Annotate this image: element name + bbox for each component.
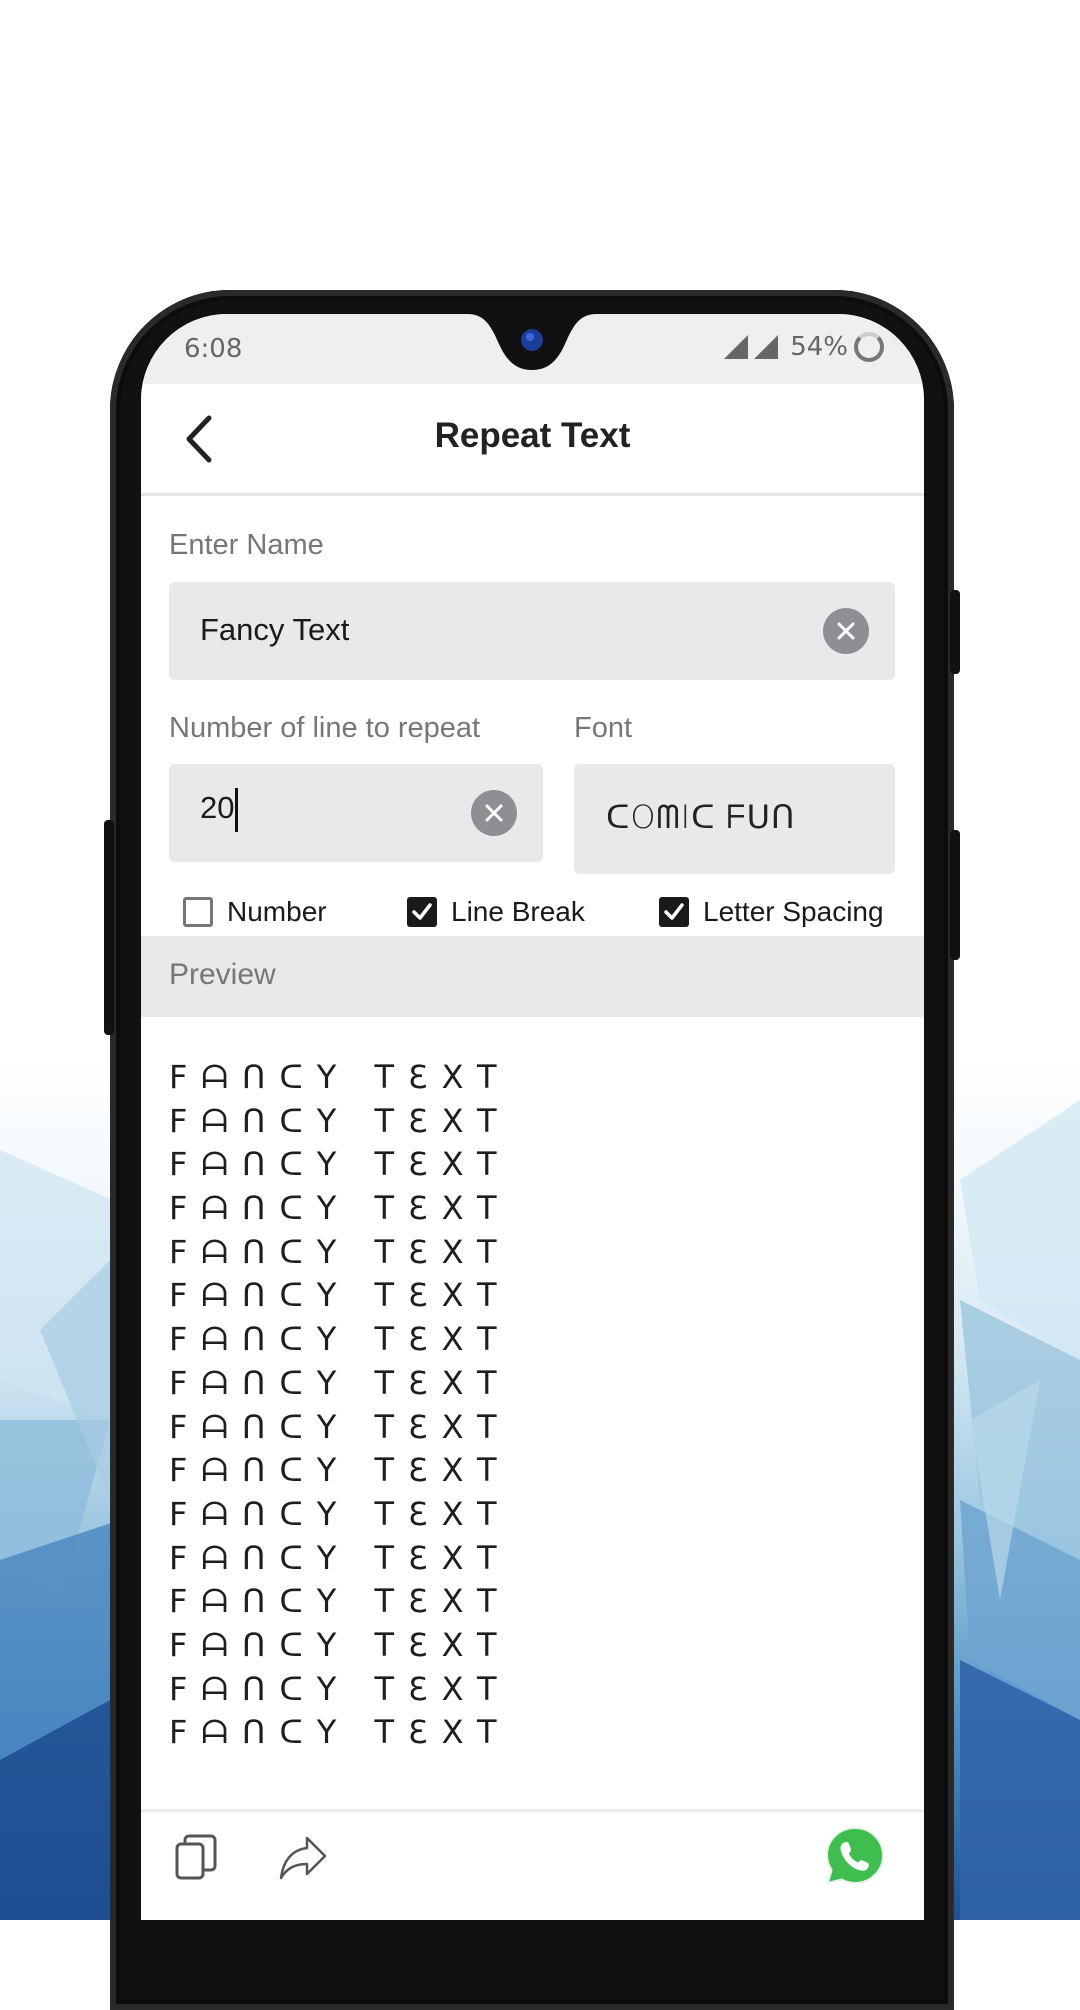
copy-button[interactable] — [173, 1832, 219, 1887]
line-break-checkbox[interactable]: Line Break — [407, 896, 585, 928]
preview-line: FᗩᑎᑕY TƐXT — [169, 1320, 511, 1359]
preview-line: FᗩᑎᑕY TƐXT — [169, 1582, 511, 1621]
copy-icon — [175, 1834, 217, 1880]
power-button — [950, 590, 960, 674]
side-button — [950, 830, 960, 960]
clear-name-button[interactable] — [823, 608, 869, 654]
whatsapp-icon — [825, 1826, 885, 1885]
preview-line: FᗩᑎᑕY TƐXT — [169, 1232, 511, 1271]
battery-percent: 54% — [790, 332, 848, 362]
repeat-count-value: 20 — [200, 790, 235, 826]
preview-line: FᗩᑎᑕY TƐXT — [169, 1189, 511, 1228]
repeat-count-input[interactable]: 20 — [169, 764, 543, 862]
app-header: Repeat Text — [141, 384, 924, 496]
status-time: 6:08 — [184, 334, 243, 364]
preview-label: Preview — [169, 958, 276, 991]
font-selector[interactable]: ᑕOᗰIᑕ ᖴᑌᑎ — [574, 764, 895, 874]
page-title: Repeat Text — [434, 416, 631, 455]
font-label: Font — [574, 712, 633, 744]
share-button[interactable] — [277, 1834, 329, 1887]
whatsapp-share-button[interactable] — [823, 1824, 887, 1893]
signal-icon — [754, 335, 779, 359]
number-checkbox-label: Number — [227, 896, 327, 927]
preview-line: FᗩᑎᑕY TƐXT — [169, 1451, 511, 1490]
line-break-checkbox-label: Line Break — [451, 896, 585, 927]
name-input-value: Fancy Text — [200, 612, 350, 647]
repeat-count-label: Number of line to repeat — [169, 712, 481, 744]
clear-repeat-count-button[interactable] — [471, 790, 517, 836]
preview-line: FᗩᑎᑕY TƐXT — [169, 1538, 511, 1577]
preview-line: FᗩᑎᑕY TƐXT — [169, 1058, 511, 1096]
preview-text[interactable]: FᗩᑎᑕY TƐXT FᗩᑎᑕY TƐXT FᗩᑎᑕY TƐXT FᗩᑎᑕY TƐXT… — [169, 1056, 511, 1755]
close-icon — [485, 804, 503, 822]
app-screen: 6:08 54% Repeat Text Enter Name Fancy Te… — [141, 314, 924, 1920]
preview-header: Preview — [141, 936, 924, 1017]
preview-line: FᗩᑎᑕY TƐXT — [169, 1101, 511, 1140]
checkbox-checked-icon — [659, 897, 689, 927]
camera-notch — [467, 314, 597, 370]
checkbox-unchecked-icon — [183, 897, 213, 927]
preview-line: FᗩᑎᑕY TƐXT — [169, 1494, 511, 1533]
preview-line: FᗩᑎᑕY TƐXT — [169, 1145, 511, 1184]
bottom-action-bar — [141, 1809, 924, 1920]
status-bar: 6:08 54% — [141, 314, 924, 384]
preview-line: FᗩᑎᑕY TƐXT — [169, 1407, 511, 1446]
volume-button — [104, 820, 114, 1035]
share-icon — [279, 1836, 327, 1880]
preview-line: FᗩᑎᑕY TƐXT — [169, 1276, 511, 1315]
battery-icon — [854, 332, 884, 362]
repeat-count-value-wrap: 20 — [200, 788, 239, 832]
letter-spacing-checkbox[interactable]: Letter Spacing — [659, 896, 884, 928]
name-label: Enter Name — [169, 529, 324, 561]
font-value: ᑕOᗰIᑕ ᖴᑌᑎ — [606, 798, 796, 836]
preview-line: FᗩᑎᑕY TƐXT — [169, 1363, 511, 1402]
preview-line: FᗩᑎᑕY TƐXT — [169, 1713, 511, 1752]
preview-line: FᗩᑎᑕY TƐXT — [169, 1669, 511, 1708]
number-checkbox[interactable]: Number — [183, 896, 327, 928]
checkbox-checked-icon — [407, 897, 437, 927]
preview-line: FᗩᑎᑕY TƐXT — [169, 1625, 511, 1664]
close-icon — [837, 622, 855, 640]
signal-icon — [724, 335, 749, 359]
text-cursor — [235, 788, 239, 832]
status-icons: 54% — [724, 332, 884, 362]
name-input[interactable]: Fancy Text — [169, 582, 895, 680]
letter-spacing-checkbox-label: Letter Spacing — [703, 896, 884, 927]
